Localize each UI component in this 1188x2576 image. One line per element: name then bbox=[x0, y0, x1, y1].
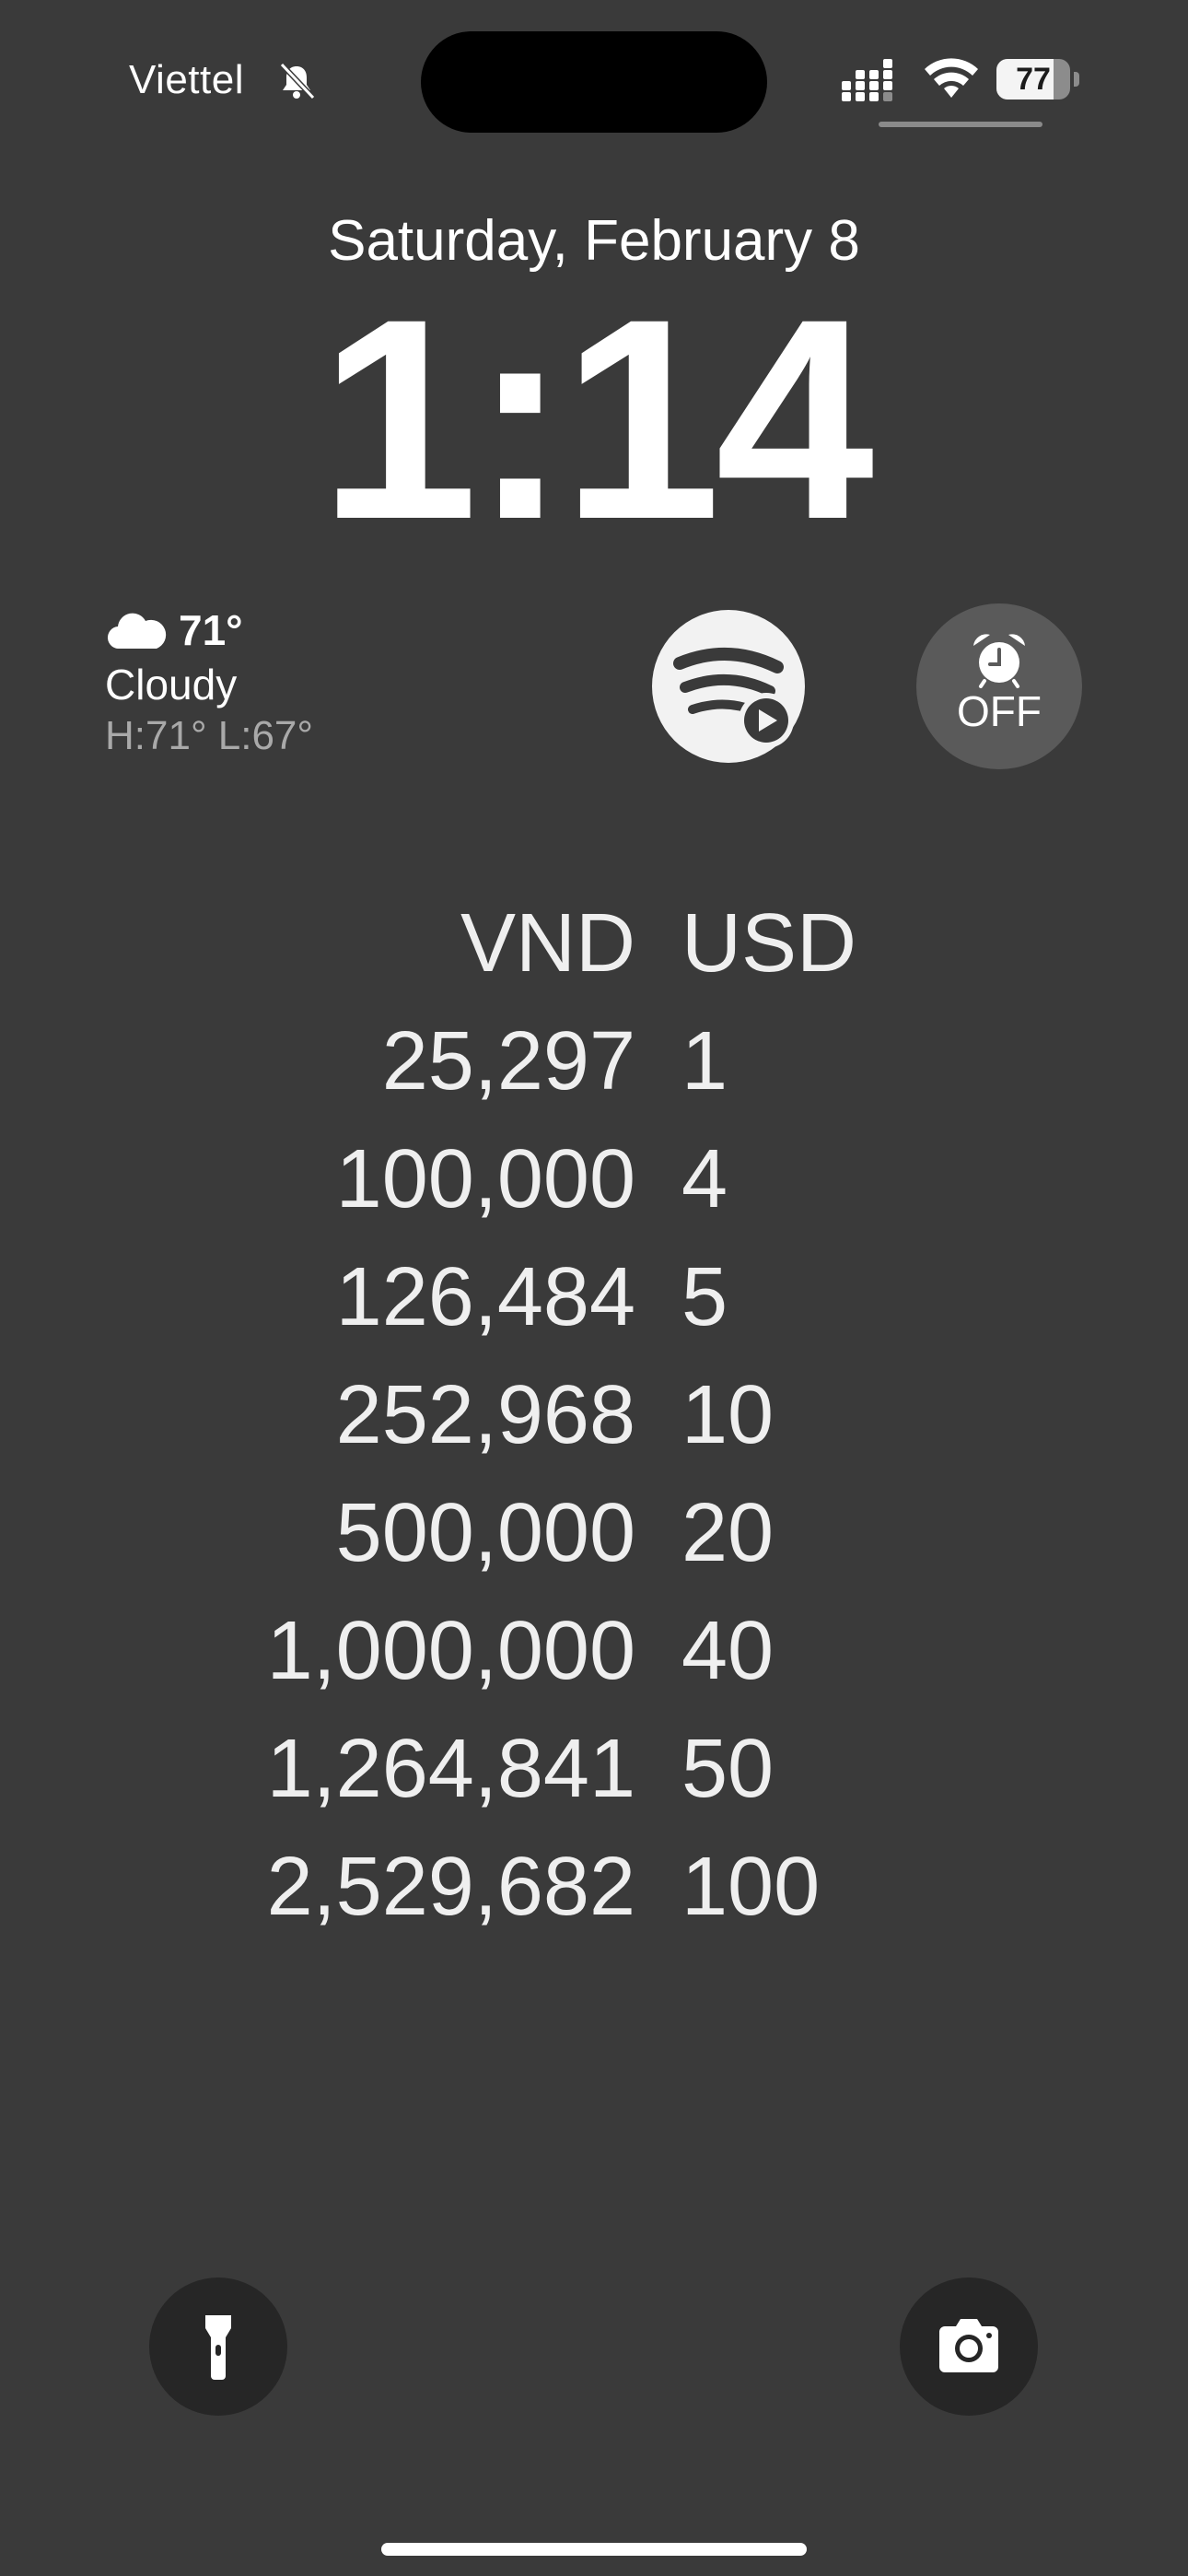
usd-value: 100 bbox=[681, 1841, 821, 1933]
weather-temperature: 71° bbox=[179, 606, 243, 654]
control-center-indicator[interactable] bbox=[879, 122, 1042, 127]
spotify-widget[interactable] bbox=[652, 610, 805, 763]
bell-slash-icon bbox=[279, 62, 316, 100]
table-row: 25,297 1 bbox=[0, 1002, 1188, 1120]
lock-time: 1:14 bbox=[319, 259, 874, 579]
currency-header-row: VND USD bbox=[0, 884, 1188, 1002]
wifi-icon bbox=[925, 58, 978, 98]
home-indicator[interactable] bbox=[381, 2543, 807, 2556]
battery-percent: 77 bbox=[1016, 62, 1051, 97]
carrier-name: Viettel bbox=[129, 57, 244, 102]
usd-value: 1 bbox=[681, 1015, 728, 1107]
alarm-status: OFF bbox=[957, 687, 1042, 735]
vnd-value: 252,968 bbox=[335, 1369, 635, 1461]
vnd-value: 1,264,841 bbox=[266, 1723, 635, 1815]
usd-value: 5 bbox=[681, 1251, 728, 1343]
spotify-play-icon bbox=[673, 647, 794, 748]
battery-indicator: 77 bbox=[996, 59, 1079, 100]
table-row: 2,529,682 100 bbox=[0, 1828, 1188, 1946]
vnd-value: 25,297 bbox=[381, 1015, 635, 1107]
vnd-value: 1,000,000 bbox=[266, 1605, 635, 1697]
camera-button[interactable] bbox=[900, 2277, 1038, 2416]
cellular-signal-icon bbox=[842, 59, 892, 101]
table-row: 126,484 5 bbox=[0, 1238, 1188, 1356]
weather-high-low: H:71° L:67° bbox=[105, 713, 313, 758]
alarm-widget[interactable]: OFF bbox=[916, 603, 1082, 769]
dynamic-island bbox=[421, 31, 767, 133]
usd-value: 40 bbox=[681, 1605, 775, 1697]
lock-screen: Viettel 77 Saturday, February 8 1:14 71°… bbox=[0, 0, 1188, 2576]
alarm-clock-icon bbox=[973, 634, 1025, 688]
usd-value: 20 bbox=[681, 1487, 775, 1579]
vnd-value: 2,529,682 bbox=[266, 1841, 635, 1933]
camera-icon bbox=[939, 2319, 998, 2372]
header-vnd: VND bbox=[460, 897, 635, 989]
vnd-value: 100,000 bbox=[335, 1133, 635, 1225]
vnd-value: 500,000 bbox=[335, 1487, 635, 1579]
vnd-value: 126,484 bbox=[335, 1251, 635, 1343]
header-usd: USD bbox=[681, 897, 857, 989]
cloud-icon bbox=[107, 613, 167, 650]
weather-condition: Cloudy bbox=[105, 661, 238, 708]
table-row: 1,264,841 50 bbox=[0, 1710, 1188, 1828]
table-row: 100,000 4 bbox=[0, 1120, 1188, 1238]
table-row: 252,968 10 bbox=[0, 1356, 1188, 1474]
flashlight-button[interactable] bbox=[149, 2277, 287, 2416]
usd-value: 4 bbox=[681, 1133, 728, 1225]
flashlight-icon bbox=[205, 2315, 231, 2380]
usd-value: 50 bbox=[681, 1723, 775, 1815]
currency-table: VND USD 25,297 1 100,000 4 126,484 5 252… bbox=[0, 884, 1188, 1946]
usd-value: 10 bbox=[681, 1369, 775, 1461]
weather-widget[interactable]: 71° Cloudy H:71° L:67° bbox=[105, 604, 437, 759]
table-row: 1,000,000 40 bbox=[0, 1592, 1188, 1710]
table-row: 500,000 20 bbox=[0, 1474, 1188, 1592]
